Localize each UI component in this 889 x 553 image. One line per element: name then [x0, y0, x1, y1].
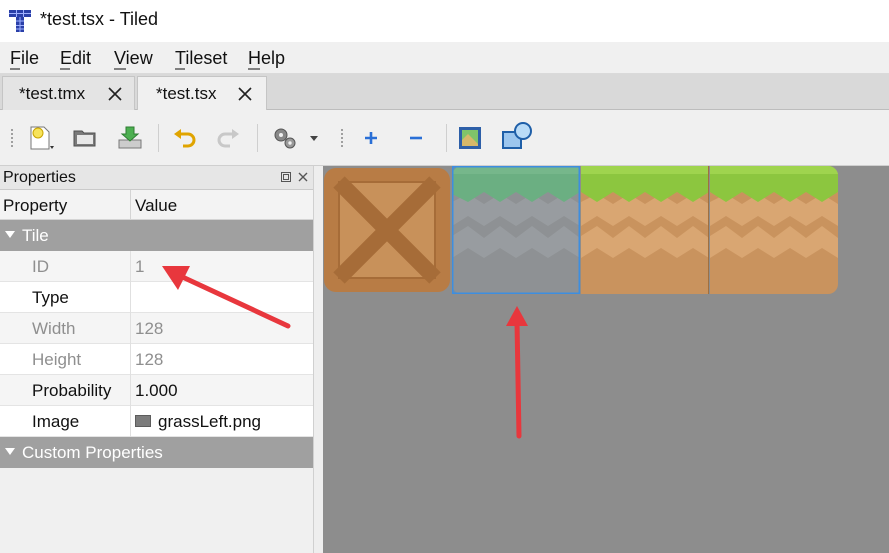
property-row-id[interactable]: ID 1 [0, 251, 313, 282]
new-tileset-icon[interactable] [26, 124, 58, 152]
property-value-editable[interactable]: grassLeft.png [158, 412, 261, 432]
row-divider [130, 375, 131, 406]
tile-crate[interactable] [323, 166, 451, 294]
toolbar-grip[interactable] [340, 128, 344, 148]
property-row-image[interactable]: Image grassLeft.png [0, 406, 313, 437]
tab-test-tmx[interactable]: *test.tmx [2, 76, 135, 110]
expand-arrow-icon[interactable] [5, 231, 15, 238]
title-bar: *test.tsx - Tiled [0, 0, 889, 42]
toolbar-separator [158, 124, 159, 152]
properties-column-header: Property Value [0, 190, 313, 220]
group-tile[interactable]: Tile [0, 220, 313, 251]
add-tiles-icon[interactable] [357, 124, 385, 152]
panel-splitter[interactable] [313, 166, 323, 553]
remove-tiles-icon[interactable] [402, 124, 430, 152]
undo-icon[interactable] [171, 124, 199, 152]
window-title: *test.tsx - Tiled [40, 9, 159, 29]
tab-label: *test.tsx [156, 84, 217, 103]
tab-test-tsx[interactable]: *test.tsx [137, 76, 267, 110]
properties-panel-title: Properties [3, 169, 76, 186]
column-value[interactable]: Value [135, 196, 177, 216]
menu-bar: File Edit View Tileset Help [0, 42, 889, 74]
property-value: 128 [135, 350, 164, 369]
tab-label: *test.tmx [19, 84, 86, 103]
float-panel-icon[interactable] [279, 170, 293, 184]
toolbar-separator [257, 124, 258, 152]
toolbar-grip[interactable] [10, 128, 14, 148]
image-file-icon [135, 415, 151, 427]
open-folder-icon[interactable] [71, 124, 99, 152]
property-name: Image [32, 412, 80, 431]
property-value: 1 [135, 257, 145, 276]
tile-grass-right[interactable] [710, 166, 838, 294]
row-divider [130, 406, 131, 437]
toolbar [0, 110, 889, 166]
property-name: Width [32, 319, 76, 338]
tileset-view[interactable] [323, 166, 889, 553]
property-name: Height [32, 350, 82, 369]
group-tile-label: Tile [22, 226, 49, 245]
group-custom-properties[interactable]: Custom Properties [0, 437, 313, 468]
property-row-height[interactable]: Height 128 [0, 344, 313, 375]
row-divider [130, 344, 131, 375]
property-row-width[interactable]: Width 128 [0, 313, 313, 344]
property-name: Type [32, 288, 69, 307]
property-row-probability[interactable]: Probability 1.000 [0, 375, 313, 406]
property-row-type[interactable]: Type [0, 282, 313, 313]
row-divider [130, 313, 131, 344]
property-value-editable[interactable]: 1.000 [135, 381, 178, 401]
close-panel-icon[interactable] [296, 170, 310, 184]
expand-arrow-icon[interactable] [5, 448, 15, 455]
group-custom-properties-label: Custom Properties [22, 443, 163, 462]
toolbar-separator [446, 124, 447, 152]
column-property[interactable]: Property [3, 196, 67, 216]
redo-icon[interactable] [214, 124, 242, 152]
edit-collision-icon[interactable] [499, 120, 535, 154]
tiled-app-icon [9, 10, 31, 32]
property-name: Probability [32, 381, 112, 400]
row-divider [130, 251, 131, 282]
column-divider[interactable] [130, 190, 131, 220]
close-icon[interactable] [235, 84, 255, 104]
properties-panel: Properties Property Value Tile ID 1 Type… [0, 166, 313, 553]
settings-dropdown-icon[interactable] [270, 124, 322, 152]
close-icon[interactable] [105, 84, 125, 104]
row-divider [130, 282, 131, 313]
tile-grass-left[interactable] [452, 166, 580, 294]
save-icon[interactable] [116, 124, 144, 152]
properties-panel-header: Properties [0, 166, 313, 190]
tile-grass-mid[interactable] [581, 166, 709, 294]
menu-mnemonic-underlines [10, 68, 260, 70]
property-name: ID [32, 257, 49, 276]
edit-terrain-icon[interactable] [456, 124, 484, 152]
property-value: 128 [135, 319, 164, 338]
document-tab-bar: *test.tmx *test.tsx [0, 74, 889, 110]
